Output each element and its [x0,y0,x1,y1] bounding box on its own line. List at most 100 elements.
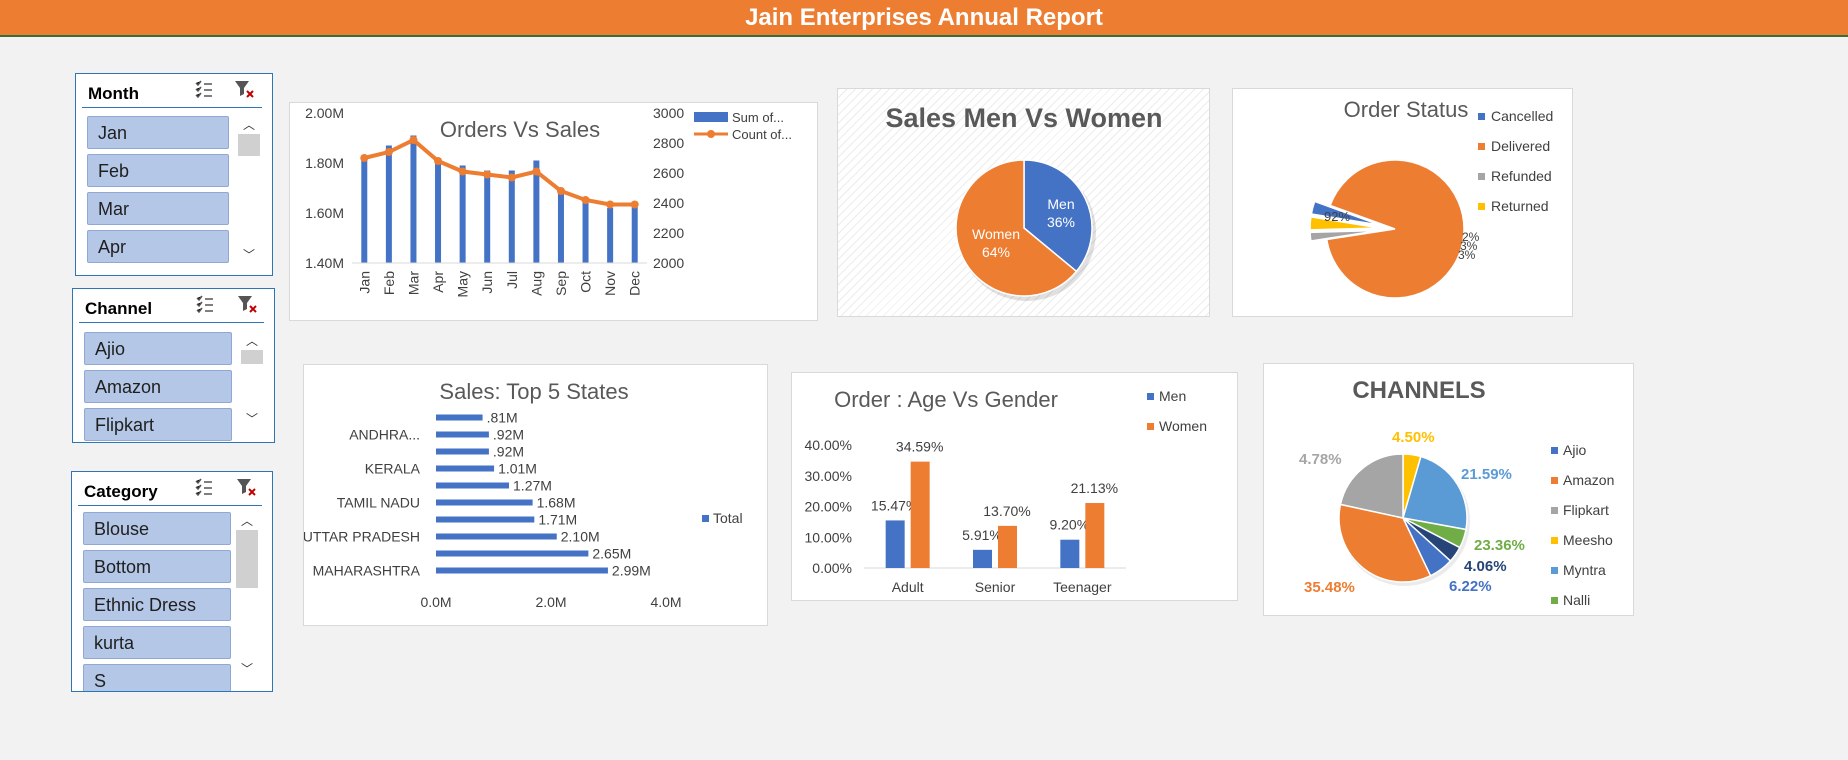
y-tick-label: 10.00% [805,529,852,545]
legend-swatch [1551,447,1558,454]
top5-states-chart[interactable]: Sales: Top 5 States 2.99M 2.65M 2.10M 1.71M 1… [303,364,768,626]
y2-tick-label: 2600 [653,165,684,181]
scroll-thumb[interactable] [238,134,260,156]
age-vs-gender-chart[interactable]: Order : Age Vs Gender 40.00% 30.00% 20.00% 1… [791,372,1238,601]
y-tick-label: 0.00% [812,560,852,576]
scroll-down-icon[interactable]: ﹀ [238,246,260,263]
legend-label: Men [1159,388,1186,404]
slicer-title: Month [88,84,139,103]
chart-svg: CHANNELS 4.50% 21.59% 23.36% 4.06% 6.22% 35.48… [1299,377,1614,608]
x-tick-label: Apr [430,271,446,293]
slicer-item-bottom[interactable]: Bottom [83,550,231,583]
line-point [581,196,590,204]
series-line [363,137,635,207]
bar [436,414,483,421]
legend-label: Women [1159,418,1207,434]
x-tick-label: Sep [553,271,569,296]
scrollbar[interactable]: ︿ ﹀ [236,512,258,682]
legend-label: Sum of... [732,110,784,125]
slicer-item-mar[interactable]: Mar [87,192,229,225]
bar [436,448,489,455]
bar [436,516,535,523]
month-slicer[interactable]: Month Jan Feb Mar Apr ︿ ﹀ [75,73,273,276]
channels-chart[interactable]: CHANNELS 4.50% 21.59% 23.36% 4.06% 6.22% 35.48… [1263,363,1634,616]
legend-label: Nalli [1563,592,1590,608]
bar [1085,503,1105,568]
bar [1060,539,1080,568]
slicer-item-feb[interactable]: Feb [87,154,229,187]
scrollbar[interactable]: ︿ ﹀ [241,332,263,432]
legend-label: Total [713,510,743,526]
chart-svg: Sales: Top 5 States2.99M2.65M2.10M1.71M1… [304,379,743,610]
report-title: Jain Enterprises Annual Report [0,0,1848,37]
scroll-thumb[interactable] [236,530,258,588]
x-tick-label: 2.0M [535,594,566,610]
orders-vs-sales-chart[interactable]: Orders Vs Sales 2.00M 1.80M 1.60M 1.40M 3000 2… [289,102,818,321]
legend-swatch [1551,597,1558,604]
x-tick-label: Oct [578,271,594,293]
legend-label: Cancelled [1491,108,1553,124]
scrollbar[interactable]: ︿ ﹀ [238,116,260,266]
x-tick-label: Nov [602,271,618,296]
x-tick-label: Adult [892,579,924,595]
scroll-thumb[interactable] [241,350,263,364]
bar [557,188,564,263]
slicer-item-flipkart[interactable]: Flipkart [84,408,232,441]
legend-label: Ajio [1563,442,1587,458]
y2-tick-label: 2000 [653,255,684,271]
data-label: .81M [487,410,518,426]
multi-select-icon[interactable] [194,478,214,496]
y-tick-label: 30.00% [805,468,852,484]
data-label: 2.99M [612,563,651,579]
x-tick-label: Jun [479,271,495,294]
chart-svg: Orders Vs Sales 2.00M 1.80M 1.60M 1.40M 3000 2… [305,105,792,297]
slicer-item-kurta[interactable]: kurta [83,626,231,659]
bar [361,155,368,263]
line-point [409,136,418,144]
y-tick-label: UTTAR PRADESH [304,529,420,545]
line-point [360,154,369,162]
clear-filter-icon[interactable] [237,295,257,313]
clear-filter-icon[interactable] [236,478,256,496]
legend-swatch [1478,203,1485,210]
multi-select-icon[interactable] [194,80,214,98]
legend-swatch [1147,393,1154,400]
scroll-up-icon[interactable]: ︿ [238,116,260,133]
slicer-item-apr[interactable]: Apr [87,230,229,263]
chart-title: Sales Men Vs Women [885,103,1162,133]
category-slicer[interactable]: Category Blouse Bottom Ethnic Dress kurt… [71,471,273,692]
slicer-item-ethnic-dress[interactable]: Ethnic Dress [83,588,231,621]
y-tick-label: TAMIL NADU [337,495,420,511]
scroll-down-icon[interactable]: ﹀ [241,410,263,427]
legend-label: Flipkart [1563,502,1609,518]
legend-swatch [1551,477,1558,484]
sales-men-women-chart[interactable]: Sales Men Vs Women Men 36% Women 64% [837,88,1210,317]
line-point [384,148,393,156]
bar [436,533,557,540]
x-tick-label: 4.0M [650,594,681,610]
line-point [507,173,516,182]
y-tick-label: MAHARASHTRA [313,563,421,579]
line-point [556,187,565,195]
bar [607,208,614,263]
data-label: 92% [1324,209,1350,224]
slicer-item-jan[interactable]: Jan [87,116,229,149]
chart-title: Order Status [1344,97,1469,122]
scroll-up-icon[interactable]: ︿ [236,512,258,529]
y-tick-label: 1.60M [305,205,344,221]
multi-select-icon[interactable] [195,295,215,313]
slicer-item-ajio[interactable]: Ajio [84,332,232,365]
channel-slicer[interactable]: Channel Ajio Amazon Flipkart ︿ ﹀ [72,288,275,443]
slicer-item-partial[interactable]: S [83,664,231,691]
scroll-up-icon[interactable]: ︿ [241,332,263,349]
order-status-chart[interactable]: Order Status 92% 2% 3% 3% Cancelled Delivered R… [1232,88,1573,317]
clear-filter-icon[interactable] [234,80,254,98]
data-label: 5.91% [962,527,1002,543]
slicer-item-blouse[interactable]: Blouse [83,512,231,545]
line-point [434,157,443,165]
data-label: 23.36% [1474,537,1525,554]
data-label: .92M [493,427,524,443]
slicer-item-amazon[interactable]: Amazon [84,370,232,403]
scroll-down-icon[interactable]: ﹀ [236,660,258,677]
legend-swatch [1551,567,1558,574]
